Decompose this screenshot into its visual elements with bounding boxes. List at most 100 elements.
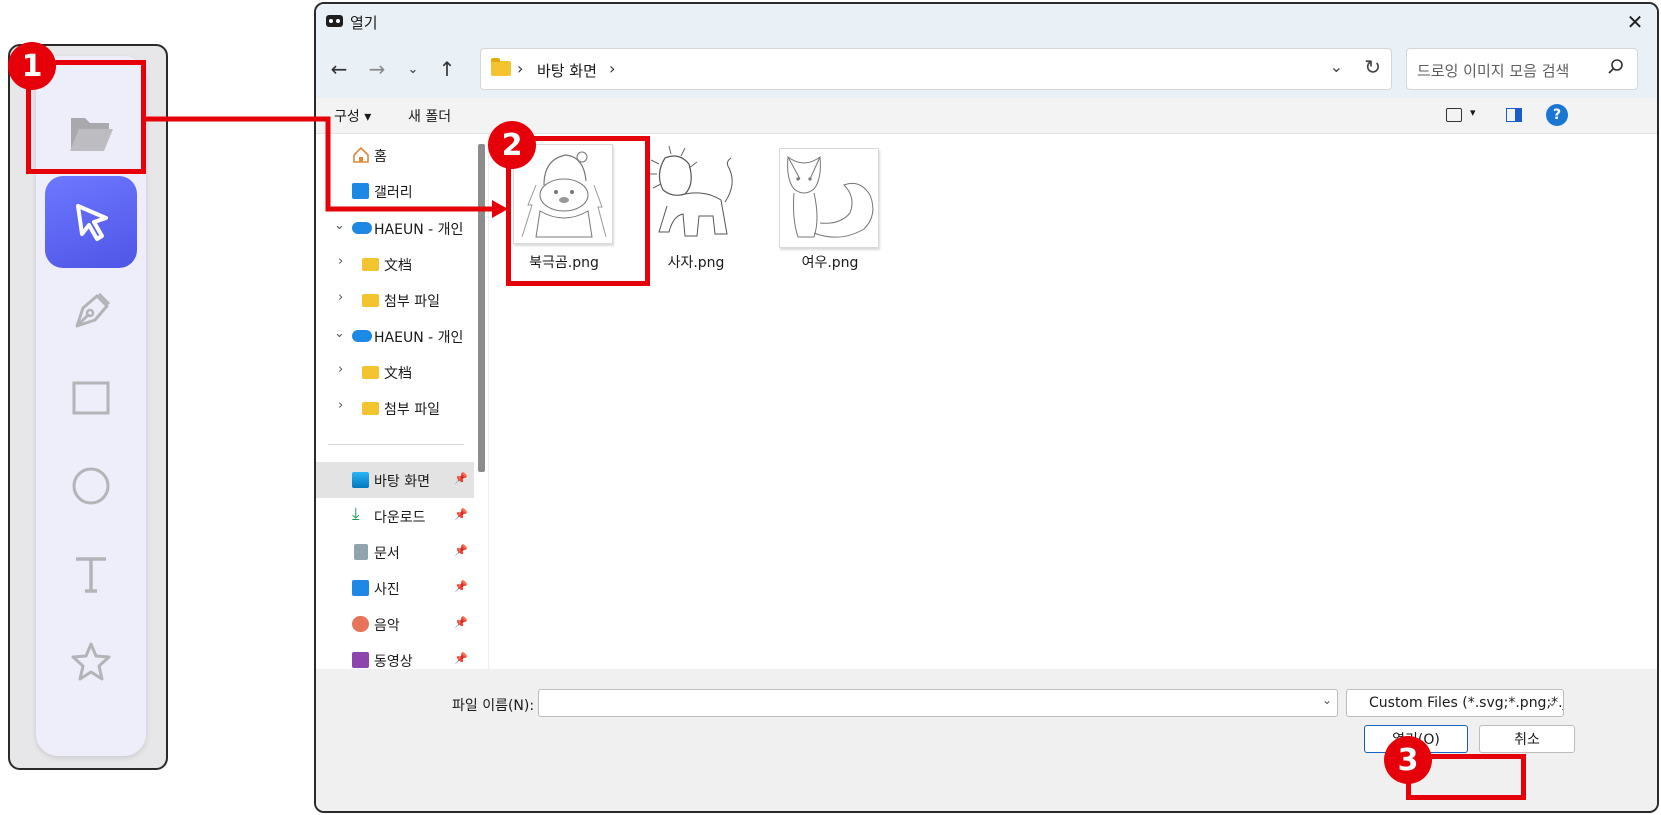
nav-item-home[interactable]: 홈 xyxy=(316,137,474,173)
file-list: 북극곰.png 사자.png 여우.png xyxy=(488,134,1657,669)
folder-icon xyxy=(362,366,379,379)
file-type-value: Custom Files (*.svg;*.png;*.jpg; xyxy=(1369,695,1563,711)
new-folder-button[interactable]: 새 폴더 xyxy=(408,106,451,126)
nav-item-onedrive[interactable]: ⌄ HAEUN - 개인 xyxy=(316,210,474,246)
folder-icon xyxy=(362,294,379,307)
chevron-right-icon[interactable]: › xyxy=(338,362,343,377)
nav-item-documents-cn[interactable]: › 文档 xyxy=(316,354,474,390)
step-badge-1: 1 xyxy=(8,42,56,90)
view-options-icon[interactable] xyxy=(1446,108,1462,122)
file-item-lion[interactable]: 사자.png xyxy=(631,134,761,274)
gallery-icon xyxy=(352,183,369,199)
pin-icon[interactable]: 📌 xyxy=(454,580,468,593)
circle-icon xyxy=(72,467,110,505)
nav-divider xyxy=(328,444,464,445)
nav-item-pictures[interactable]: 사진 📌 xyxy=(316,570,474,606)
nav-item-downloads[interactable]: ⤓ 다운로드 📌 xyxy=(316,498,474,534)
chevron-down-icon: ⌄ xyxy=(1546,695,1557,709)
step-badge-2: 2 xyxy=(488,121,536,169)
refresh-icon[interactable]: ↻ xyxy=(1364,55,1381,79)
up-button[interactable]: ↑ xyxy=(430,52,464,86)
chevron-down-icon: ⌄ xyxy=(407,61,419,77)
nav-item-videos[interactable]: 동영상 📌 xyxy=(316,642,474,669)
chevron-down-icon[interactable]: ⌄ xyxy=(334,218,345,233)
file-name: 사자.png xyxy=(667,255,725,271)
arrow-right-icon: → xyxy=(368,57,386,81)
folder-icon xyxy=(362,402,379,415)
chevron-right-icon[interactable]: › xyxy=(338,290,343,305)
nav-item-gallery[interactable]: 갤러리 xyxy=(316,173,474,209)
view-dropdown-icon[interactable]: ▾ xyxy=(1470,106,1476,119)
address-dropdown-icon[interactable]: ⌄ xyxy=(1330,57,1343,76)
pin-icon[interactable]: 📌 xyxy=(454,652,468,665)
star-icon xyxy=(71,642,111,681)
pin-icon[interactable]: 📌 xyxy=(454,616,468,629)
pen-nib-icon xyxy=(75,292,111,328)
nav-item-desktop[interactable]: 바탕 화면 📌 xyxy=(316,462,474,498)
search-placeholder: 드로잉 이미지 모음 검색 xyxy=(1417,62,1570,80)
pictures-icon xyxy=(352,580,369,596)
pin-icon[interactable]: 📌 xyxy=(454,472,468,485)
breadcrumb-separator: › xyxy=(609,59,616,78)
close-button[interactable]: ✕ xyxy=(1617,6,1653,38)
lion-thumbnail xyxy=(645,144,745,244)
music-icon xyxy=(352,616,369,632)
nav-item-documents-cn[interactable]: › 文档 xyxy=(316,246,474,282)
text-tool-button[interactable] xyxy=(45,528,137,620)
circle-tool-button[interactable] xyxy=(45,440,137,532)
text-t-icon xyxy=(76,557,106,593)
fox-thumbnail xyxy=(779,148,879,248)
search-icon[interactable] xyxy=(1607,58,1625,76)
file-item-fox[interactable]: 여우.png xyxy=(765,134,895,274)
select-tool-button[interactable] xyxy=(45,176,137,268)
nav-item-attachments[interactable]: › 첨부 파일 xyxy=(316,390,474,426)
filename-dropdown-icon[interactable]: ⌄ xyxy=(1322,693,1332,707)
nav-item-attachments[interactable]: › 첨부 파일 xyxy=(316,282,474,318)
rectangle-icon xyxy=(72,381,110,415)
organize-button[interactable]: 구성 ▾ xyxy=(334,106,371,126)
star-tool-button[interactable] xyxy=(45,616,137,708)
download-icon: ⤓ xyxy=(352,504,360,524)
home-icon xyxy=(353,146,369,163)
nav-item-music[interactable]: 음악 📌 xyxy=(316,606,474,642)
file-type-filter[interactable]: Custom Files (*.svg;*.png;*.jpg; ⌄ xyxy=(1346,689,1564,717)
navigation-pane: 홈 갤러리 ⌄ HAEUN - 개인 › 文档 › 첨부 파일 ⌄ HAEUN … xyxy=(316,134,474,669)
cursor-arrow-icon xyxy=(76,204,108,241)
back-button[interactable]: ← xyxy=(322,52,356,86)
forward-button[interactable]: → xyxy=(360,52,394,86)
desktop-icon xyxy=(352,472,369,488)
app-icon xyxy=(326,15,343,27)
nav-item-documents[interactable]: 문서 📌 xyxy=(316,534,474,570)
breadcrumb-desktop[interactable]: 바탕 화면 xyxy=(537,60,597,81)
onedrive-cloud-icon xyxy=(352,222,372,234)
dialog-titlebar: 열기 ✕ xyxy=(316,4,1657,40)
pin-icon[interactable]: 📌 xyxy=(454,508,468,521)
navigation-bar: ← → ⌄ ↑ › 바탕 화면 › ⌄ ↻ 드로잉 이미지 모음 검색 xyxy=(316,40,1657,98)
chevron-right-icon[interactable]: › xyxy=(338,398,343,413)
document-icon xyxy=(354,544,368,560)
folder-icon xyxy=(491,58,511,76)
arrow-left-icon: ← xyxy=(330,57,348,81)
breadcrumb-separator: › xyxy=(517,59,524,78)
step-badge-3: 3 xyxy=(1384,736,1432,784)
address-bar[interactable]: › 바탕 화면 › ⌄ ↻ xyxy=(480,48,1392,90)
chevron-down-icon[interactable]: ⌄ xyxy=(334,326,345,341)
dialog-title: 열기 xyxy=(350,14,378,32)
folder-icon xyxy=(362,258,379,271)
cancel-button[interactable]: 취소 xyxy=(1479,725,1575,753)
filename-label: 파일 이름(N): xyxy=(452,698,535,714)
chevron-right-icon[interactable]: › xyxy=(338,254,343,269)
pen-tool-button[interactable] xyxy=(45,264,137,356)
nav-item-onedrive[interactable]: ⌄ HAEUN - 개인 xyxy=(316,318,474,354)
help-icon[interactable]: ? xyxy=(1546,104,1568,126)
rectangle-tool-button[interactable] xyxy=(45,352,137,444)
preview-pane-icon[interactable] xyxy=(1506,108,1522,122)
filename-input[interactable] xyxy=(538,689,1338,717)
file-name: 여우.png xyxy=(801,255,859,271)
arrow-up-icon: ↑ xyxy=(438,57,456,81)
nav-scrollbar[interactable] xyxy=(478,144,485,472)
search-box[interactable]: 드로잉 이미지 모음 검색 xyxy=(1406,48,1638,90)
pin-icon[interactable]: 📌 xyxy=(454,544,468,557)
onedrive-cloud-icon xyxy=(352,330,372,342)
recent-locations-button[interactable]: ⌄ xyxy=(396,52,430,86)
